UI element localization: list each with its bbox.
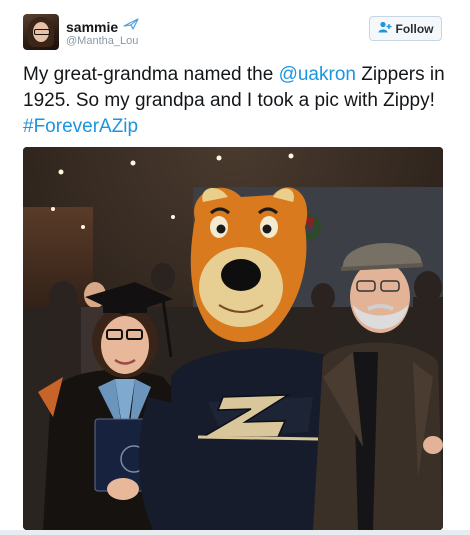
- user-name-row[interactable]: sammie: [66, 17, 139, 36]
- avatar[interactable]: [23, 14, 59, 50]
- user-handle[interactable]: @Mantha_Lou: [66, 35, 138, 47]
- display-name[interactable]: sammie: [66, 19, 118, 35]
- tweet-text: My great-grandma named the @uakron Zippe…: [23, 64, 445, 137]
- follow-label: Follow: [395, 21, 434, 36]
- mention-link[interactable]: @uakron: [279, 64, 356, 85]
- add-user-icon: [378, 21, 392, 36]
- divider: [0, 530, 470, 535]
- follow-button[interactable]: Follow: [369, 16, 442, 41]
- airplane-icon: [123, 17, 139, 36]
- tweet-photo[interactable]: [23, 147, 443, 530]
- hashtag-link[interactable]: #ForeverAZip: [23, 116, 138, 137]
